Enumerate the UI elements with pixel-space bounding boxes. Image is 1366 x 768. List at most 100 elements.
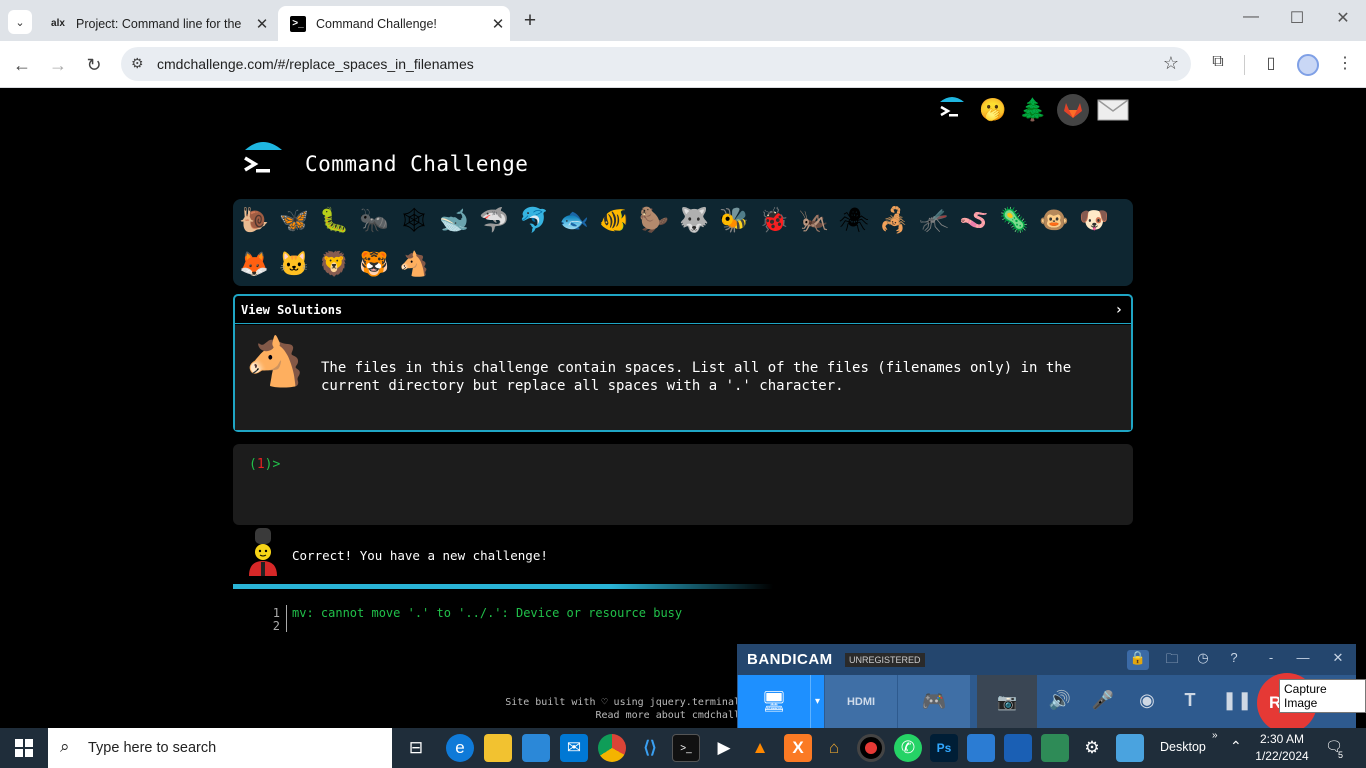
tree-icon[interactable]: 🌲 bbox=[1016, 93, 1050, 127]
settings-icon[interactable]: ⚙ bbox=[1078, 734, 1106, 762]
challenge-icon[interactable]: 🕸 bbox=[395, 201, 433, 239]
vscode-icon[interactable]: ⟨⟩ bbox=[636, 734, 664, 762]
challenge-icon[interactable]: 🐜 bbox=[355, 201, 393, 239]
collapse-icon[interactable]: - bbox=[1260, 650, 1282, 670]
side-panel-icon[interactable]: ▯ bbox=[1259, 53, 1283, 73]
challenge-icon[interactable]: 🐠 bbox=[595, 201, 633, 239]
site-info-icon[interactable]: ⚙ bbox=[131, 55, 144, 72]
cursor-effect-icon[interactable]: ◉ bbox=[1134, 690, 1160, 711]
challenge-icon[interactable]: 🦟 bbox=[915, 201, 953, 239]
chevron-right-icon[interactable]: » bbox=[1212, 730, 1218, 741]
challenge-icon[interactable]: 🐬 bbox=[515, 201, 553, 239]
challenge-icon[interactable]: 🐞 bbox=[755, 201, 793, 239]
bookmark-star-icon[interactable]: ☆ bbox=[1163, 53, 1179, 74]
challenge-icon[interactable]: 🐺 bbox=[675, 201, 713, 239]
app-icon[interactable] bbox=[1004, 734, 1032, 762]
terminal-icon[interactable] bbox=[935, 93, 969, 127]
game-mode-button[interactable]: 🎮 bbox=[898, 675, 970, 728]
challenge-icon[interactable]: 🦗 bbox=[795, 201, 833, 239]
tab-project[interactable]: alx Project: Command line for the ✕ bbox=[38, 6, 274, 41]
folder-icon[interactable]: 🗀 bbox=[1161, 650, 1183, 670]
close-tab-icon[interactable]: ✕ bbox=[250, 15, 274, 33]
terminal-input[interactable]: (1)> bbox=[233, 444, 1133, 525]
footer-link[interactable]: Read more about cmdchall bbox=[500, 709, 741, 722]
taskbar-search[interactable]: ⌕ Type here to search bbox=[48, 728, 392, 768]
challenge-icon[interactable]: 🐛 bbox=[315, 201, 353, 239]
vlc-icon[interactable]: ▲ bbox=[746, 734, 774, 762]
challenge-icon[interactable]: 🦁 bbox=[315, 245, 353, 283]
photos-icon[interactable] bbox=[1116, 734, 1144, 762]
minimize-icon[interactable]: — bbox=[1292, 650, 1314, 670]
terminal-app-icon[interactable]: >_ bbox=[672, 734, 700, 762]
tab-search-button[interactable]: ⌄ bbox=[8, 10, 32, 34]
challenge-icon[interactable]: 🐯 bbox=[355, 245, 393, 283]
view-solutions-header[interactable]: View Solutions › bbox=[235, 296, 1131, 324]
system-clock[interactable]: 2:30 AM 1/22/2024 bbox=[1250, 731, 1314, 765]
clock-icon[interactable]: ◷ bbox=[1192, 650, 1214, 670]
file-explorer-icon[interactable] bbox=[484, 734, 512, 762]
back-icon[interactable]: ← bbox=[8, 51, 36, 79]
challenge-icon[interactable]: 🦈 bbox=[475, 201, 513, 239]
edge-icon[interactable]: e bbox=[446, 734, 474, 762]
challenge-icon[interactable]: 🐶 bbox=[1075, 201, 1113, 239]
start-button[interactable] bbox=[0, 728, 48, 768]
menu-icon[interactable]: ⋮ bbox=[1333, 53, 1357, 73]
gitlab-icon[interactable] bbox=[1056, 93, 1090, 127]
microphone-icon[interactable]: 🎤 bbox=[1090, 690, 1116, 711]
extensions-icon[interactable]: ⧉ bbox=[1206, 53, 1230, 71]
emoji-icon[interactable]: 🫢 bbox=[976, 93, 1010, 127]
hdmi-mode-button[interactable]: HDMI bbox=[825, 675, 897, 728]
task-view-icon[interactable]: ⊟ bbox=[402, 734, 430, 762]
photoshop-icon[interactable]: Ps bbox=[930, 734, 958, 762]
desktop-toolbar[interactable]: Desktop bbox=[1160, 740, 1206, 754]
chrome-icon[interactable] bbox=[598, 734, 626, 762]
challenge-icon[interactable]: 🐴 bbox=[395, 245, 433, 283]
challenge-icon[interactable]: 🐋 bbox=[435, 201, 473, 239]
view-solutions-label[interactable]: View Solutions bbox=[241, 303, 342, 317]
lock-icon[interactable]: 🔒 bbox=[1127, 650, 1149, 670]
challenge-icon[interactable]: 🦂 bbox=[875, 201, 913, 239]
bandicam-taskbar-icon[interactable] bbox=[857, 734, 885, 762]
maximize-icon[interactable]: ☐ bbox=[1274, 8, 1320, 28]
challenge-icon[interactable]: 🦋 bbox=[275, 201, 313, 239]
pause-icon[interactable]: ❚❚ bbox=[1222, 690, 1252, 711]
challenge-icon[interactable]: 🦠 bbox=[995, 201, 1033, 239]
chevron-up-icon[interactable]: ⌃ bbox=[1230, 738, 1242, 755]
app-icon[interactable] bbox=[967, 734, 995, 762]
url-text[interactable]: cmdchallenge.com/#/replace_spaces_in_fil… bbox=[157, 56, 474, 72]
challenge-icon[interactable]: 🐱 bbox=[275, 245, 313, 283]
webcam-toggle[interactable]: 📷 bbox=[977, 675, 1037, 728]
challenge-icon[interactable]: 🐌 bbox=[235, 201, 273, 239]
mode-dropdown-icon[interactable]: ▾ bbox=[810, 675, 824, 728]
challenge-icon[interactable]: 🐝 bbox=[715, 201, 753, 239]
store-icon[interactable] bbox=[522, 734, 550, 762]
close-window-icon[interactable]: ✕ bbox=[1320, 8, 1366, 28]
new-tab-button[interactable]: + bbox=[518, 9, 542, 33]
whatsapp-icon[interactable]: ✆ bbox=[894, 734, 922, 762]
challenge-icon[interactable]: 🪱 bbox=[955, 201, 993, 239]
close-icon[interactable]: ✕ bbox=[1327, 650, 1349, 670]
text-overlay-icon[interactable]: T bbox=[1177, 690, 1203, 711]
xampp-icon[interactable]: X bbox=[784, 734, 812, 762]
screen-mode-button[interactable]: 🖥 bbox=[738, 675, 810, 728]
forward-icon[interactable]: → bbox=[44, 51, 72, 79]
help-icon[interactable]: ? bbox=[1223, 650, 1245, 670]
challenge-icon[interactable]: 🕷 bbox=[835, 201, 873, 239]
address-bar[interactable]: ⚙ cmdchallenge.com/#/replace_spaces_in_f… bbox=[121, 47, 1191, 81]
chevron-right-icon[interactable]: › bbox=[1115, 302, 1123, 318]
app-icon[interactable] bbox=[1041, 734, 1069, 762]
mail-icon[interactable] bbox=[1096, 93, 1130, 127]
media-player-icon[interactable]: ▶ bbox=[710, 734, 738, 762]
profile-avatar[interactable] bbox=[1297, 54, 1319, 76]
reload-icon[interactable]: ↻ bbox=[80, 51, 108, 79]
challenge-icon[interactable]: 🦫 bbox=[635, 201, 673, 239]
challenge-icon[interactable]: 🦊 bbox=[235, 245, 273, 283]
tab-command-challenge[interactable]: >_ Command Challenge! ✕ bbox=[278, 6, 510, 41]
minimize-icon[interactable]: — bbox=[1228, 8, 1274, 26]
speaker-icon[interactable]: 🔊 bbox=[1047, 690, 1073, 711]
challenge-icon[interactable]: 🐵 bbox=[1035, 201, 1073, 239]
close-tab-icon[interactable]: ✕ bbox=[486, 15, 510, 33]
app-icon[interactable]: ⌂ bbox=[820, 734, 848, 762]
challenge-icon[interactable]: 🐟 bbox=[555, 201, 593, 239]
mail-app-icon[interactable]: ✉ bbox=[560, 734, 588, 762]
